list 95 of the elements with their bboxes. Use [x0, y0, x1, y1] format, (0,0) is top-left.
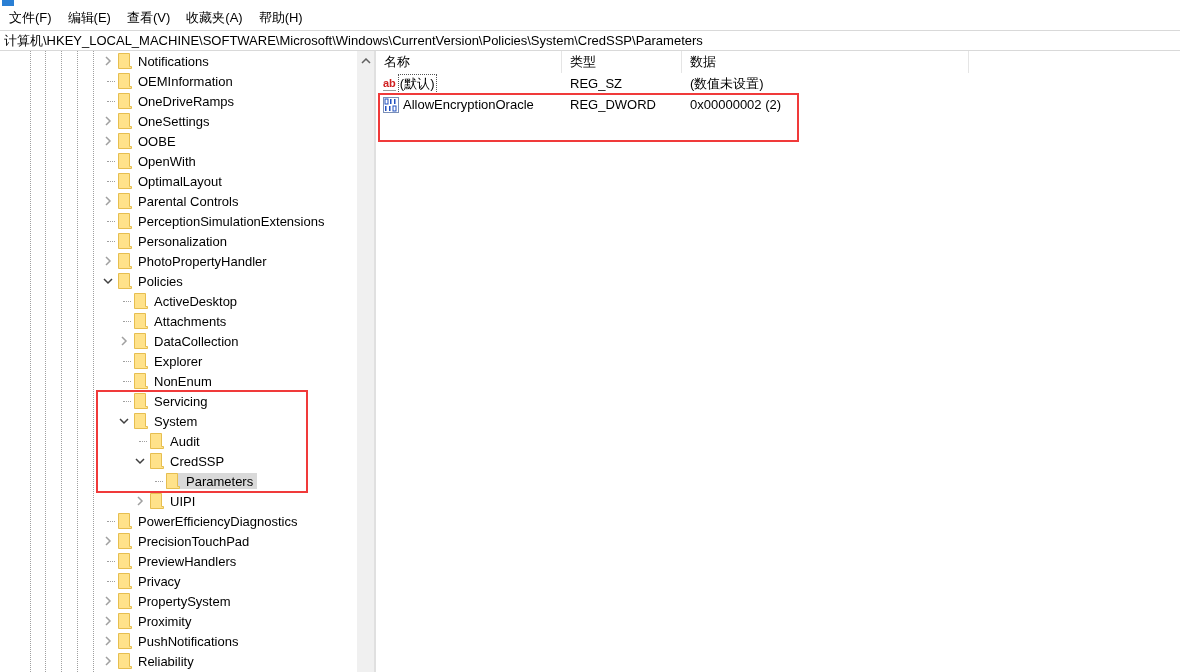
folder-icon — [118, 573, 132, 589]
value-name[interactable]: AllowEncryptionOracle — [401, 96, 536, 113]
chevron-down-icon[interactable] — [119, 417, 129, 425]
folder-icon — [118, 273, 132, 289]
folder-icon — [150, 453, 164, 469]
tree-item[interactable]: OneDriveRamps — [118, 93, 239, 109]
scroll-up-icon[interactable] — [360, 58, 371, 64]
chevron-right-icon[interactable] — [120, 336, 128, 346]
tree-item[interactable]: Attachments — [134, 313, 231, 329]
chevron-right-icon[interactable] — [104, 656, 112, 666]
chevron-right-icon[interactable] — [104, 596, 112, 606]
tree-item[interactable]: PowerEfficiencyDiagnostics — [118, 513, 302, 529]
tree-item[interactable]: DataCollection — [134, 333, 243, 349]
tree-item[interactable]: OneSettings — [118, 113, 214, 129]
folder-icon — [118, 513, 132, 529]
folder-icon — [150, 433, 164, 449]
folder-icon — [118, 173, 132, 189]
tree-item[interactable]: PhotoPropertyHandler — [118, 253, 271, 269]
chevron-right-icon[interactable] — [104, 256, 112, 266]
folder-icon — [134, 353, 148, 369]
folder-icon — [118, 193, 132, 209]
folder-icon — [134, 313, 148, 329]
chevron-right-icon[interactable] — [104, 536, 112, 546]
folder-icon — [118, 653, 132, 669]
menu-item[interactable]: 帮助(H) — [257, 9, 304, 27]
folder-icon — [134, 333, 148, 349]
folder-icon — [118, 113, 132, 129]
tree-item[interactable]: UIPI — [150, 493, 200, 509]
scrollbar[interactable] — [357, 51, 374, 672]
tree-item[interactable]: ActiveDesktop — [134, 293, 242, 309]
chevron-right-icon[interactable] — [136, 496, 144, 506]
tree-item[interactable]: System — [134, 413, 202, 429]
value-name[interactable]: (默认) — [397, 73, 437, 94]
folder-icon — [118, 73, 132, 89]
tree-item[interactable]: Audit — [150, 433, 204, 449]
folder-icon — [118, 553, 132, 569]
tree-item[interactable]: Privacy — [118, 573, 185, 589]
tree-item[interactable]: Parameters — [166, 473, 258, 489]
tree-item[interactable]: OptimalLayout — [118, 173, 226, 189]
tree-item[interactable]: Notifications — [118, 53, 213, 69]
folder-icon — [134, 293, 148, 309]
folder-icon — [118, 213, 132, 229]
tree-item[interactable]: NonEnum — [134, 373, 216, 389]
chevron-right-icon[interactable] — [104, 616, 112, 626]
folder-icon — [118, 253, 132, 269]
folder-icon — [118, 633, 132, 649]
menu-item[interactable]: 文件(F) — [8, 9, 53, 27]
folder-icon — [134, 393, 148, 409]
menu-item[interactable]: 收藏夹(A) — [185, 9, 244, 27]
folder-icon — [166, 473, 180, 489]
tree-item[interactable]: OOBE — [118, 133, 180, 149]
tree-item[interactable]: Personalization — [118, 233, 231, 249]
chevron-right-icon[interactable] — [104, 136, 112, 146]
folder-icon — [150, 493, 164, 509]
tree-item[interactable]: Reliability — [118, 653, 198, 669]
folder-icon — [118, 613, 132, 629]
tree-item[interactable]: Proximity — [118, 613, 196, 629]
tree-item[interactable]: PushNotifications — [118, 633, 243, 649]
tree-item[interactable]: Explorer — [134, 353, 207, 369]
tree-item[interactable]: Policies — [118, 273, 187, 289]
folder-icon — [134, 413, 148, 429]
value-data: (数值未设置) — [689, 74, 765, 93]
menu-item[interactable]: 编辑(E) — [66, 9, 112, 27]
tree-item[interactable]: PreviewHandlers — [118, 553, 241, 569]
folder-icon — [118, 53, 132, 69]
column-header[interactable]: 数据 — [682, 51, 969, 73]
column-header[interactable]: 类型 — [562, 51, 682, 73]
chevron-down-icon[interactable] — [135, 457, 145, 465]
chevron-right-icon[interactable] — [104, 116, 112, 126]
folder-icon — [118, 93, 132, 109]
folder-icon — [134, 373, 148, 389]
tree-item[interactable]: PrecisionTouchPad — [118, 533, 254, 549]
value-type: REG_DWORD — [569, 97, 657, 112]
tree-item[interactable]: OpenWith — [118, 153, 200, 169]
tree-item[interactable]: CredSSP — [150, 453, 229, 469]
tree-item[interactable]: PerceptionSimulationExtensions — [118, 213, 329, 229]
binary-value-icon — [383, 96, 399, 113]
value-data: 0x00000002 (2) — [689, 97, 783, 112]
folder-icon — [118, 533, 132, 549]
folder-icon — [118, 133, 132, 149]
folder-icon — [118, 153, 132, 169]
menu-item[interactable]: 查看(V) — [125, 9, 172, 27]
tree-item[interactable]: Parental Controls — [118, 193, 243, 209]
tree-item[interactable]: PropertySystem — [118, 593, 235, 609]
tree-item[interactable]: Servicing — [134, 393, 212, 409]
tree-item[interactable]: OEMInformation — [118, 73, 237, 89]
folder-icon — [118, 233, 132, 249]
chevron-right-icon[interactable] — [104, 636, 112, 646]
chevron-right-icon[interactable] — [104, 56, 112, 66]
chevron-right-icon[interactable] — [104, 196, 112, 206]
column-header[interactable]: 名称 — [376, 51, 562, 73]
value-type: REG_SZ — [569, 76, 623, 91]
address-bar[interactable]: 计算机\HKEY_LOCAL_MACHINE\SOFTWARE\Microsoft\Windows\CurrentVersion\Policies\System\CredSSP\Parameters — [0, 30, 1180, 51]
chevron-down-icon[interactable] — [103, 277, 113, 285]
folder-icon — [118, 593, 132, 609]
